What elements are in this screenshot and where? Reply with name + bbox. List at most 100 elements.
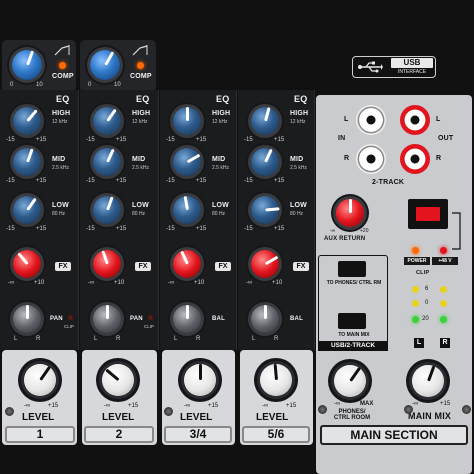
two-track-out-right-jack[interactable] bbox=[400, 144, 430, 174]
eq-mid-label: MID bbox=[52, 156, 66, 163]
main-mix-knob[interactable] bbox=[412, 365, 444, 397]
comp-max-ch2: 10 bbox=[114, 82, 121, 88]
comp-knob-ch1[interactable] bbox=[12, 50, 42, 80]
eq-high-knob-ch1[interactable] bbox=[13, 107, 41, 135]
aux-return-knob[interactable] bbox=[336, 199, 364, 227]
eq-mid-min: -15 bbox=[6, 178, 15, 184]
power-switch[interactable] bbox=[408, 199, 448, 229]
bal-left: L bbox=[252, 336, 256, 342]
level-label: LEVEL bbox=[256, 412, 289, 423]
eq-mid-freq: 2.5 kHz bbox=[290, 165, 307, 171]
eq-mid-knob-ch1[interactable] bbox=[13, 148, 41, 176]
power-label: POWER bbox=[404, 257, 430, 265]
eq-mid-knob-ch34[interactable] bbox=[173, 148, 201, 176]
eq-low-freq: 80 Hz bbox=[290, 211, 304, 217]
to-phones-switch[interactable] bbox=[338, 261, 366, 277]
eq-low-freq: 80 Hz bbox=[212, 211, 226, 217]
eq-high-min: -15 bbox=[86, 137, 95, 143]
pan-knob-ch1[interactable] bbox=[13, 305, 41, 333]
eq-mid-min: -15 bbox=[166, 178, 175, 184]
to-main-mix-switch[interactable] bbox=[338, 313, 366, 329]
eq-high-freq: 12 kHz bbox=[132, 119, 148, 125]
eq-low-min: -15 bbox=[166, 226, 175, 232]
eq-mid-knob-ch2[interactable] bbox=[93, 148, 121, 176]
two-track-in-left-jack[interactable] bbox=[356, 105, 386, 135]
comp-min-ch1: 0 bbox=[10, 82, 14, 88]
comp-section-ch2: COMP 0 10 bbox=[80, 40, 156, 92]
level-knob-ch56[interactable] bbox=[260, 363, 292, 396]
comp-max-ch1: 10 bbox=[36, 82, 43, 88]
level-min: -∞ bbox=[24, 403, 31, 409]
phones-ctrl-room-knob[interactable] bbox=[334, 365, 366, 397]
eq-high-freq: 12 kHz bbox=[212, 119, 228, 125]
clip-led-ch1 bbox=[68, 315, 73, 320]
pan-left: L bbox=[14, 336, 18, 342]
fx-knob-ch1[interactable] bbox=[13, 250, 41, 278]
eq-low-min: -15 bbox=[6, 226, 15, 232]
meter-right-label: R bbox=[440, 338, 450, 348]
usb-badge-title: USB bbox=[391, 58, 433, 68]
level-min: -∞ bbox=[184, 403, 191, 409]
eq-mid-label: MID bbox=[132, 156, 146, 163]
two-track-in-right-jack[interactable] bbox=[356, 144, 386, 174]
comp-curve-icon bbox=[132, 45, 148, 56]
eq-mid-max: +15 bbox=[116, 178, 127, 184]
level-knob-ch34[interactable] bbox=[184, 364, 216, 396]
eq-low-min: -15 bbox=[86, 226, 95, 232]
comp-led-ch1 bbox=[59, 62, 66, 69]
meter-led-right-0 bbox=[440, 300, 447, 307]
comp-led-ch2 bbox=[137, 62, 144, 69]
fx-min: -∞ bbox=[88, 280, 95, 286]
bal-left: L bbox=[174, 336, 178, 342]
pan-label: PAN bbox=[50, 316, 63, 322]
phones-ctrl-room-label: PHONES/ CTRL ROOM bbox=[333, 409, 371, 421]
eq-low-knob-ch1[interactable] bbox=[13, 196, 41, 224]
bal-label: BAL bbox=[212, 316, 225, 322]
eq-mid-max: +15 bbox=[196, 178, 207, 184]
eq-high-min: -15 bbox=[244, 137, 253, 143]
to-phones-label: TO PHONES/ CTRL RM bbox=[326, 280, 382, 286]
usb-2track-title: USB/2-TRACK bbox=[318, 341, 388, 351]
eq-mid-knob-ch56[interactable] bbox=[251, 148, 279, 176]
bal-knob-ch34[interactable] bbox=[173, 305, 201, 333]
eq-low-freq: 80 Hz bbox=[52, 211, 66, 217]
eq-low-knob-ch34[interactable] bbox=[173, 195, 201, 224]
channel-strip-2: EQ HIGH 12 kHz -15 +15 MID 2.5 kHz -15 +… bbox=[80, 90, 159, 350]
channel-number-3-4: 3/4 bbox=[164, 426, 232, 443]
usb-interface-badge: USB INTERFACE bbox=[352, 56, 436, 78]
mixer-panel: USB INTERFACE COMP 0 10 COMP 0 10 EQ HIG… bbox=[0, 0, 474, 474]
pan-knob-ch2[interactable] bbox=[93, 305, 121, 333]
eq-high-knob-ch34[interactable] bbox=[173, 107, 201, 135]
meter-0-label: 0 bbox=[425, 300, 429, 306]
level-knob-ch2[interactable] bbox=[102, 364, 134, 396]
phones-min: -∞ bbox=[334, 401, 341, 407]
eq-low-knob-ch2[interactable] bbox=[93, 196, 121, 224]
fx-badge: FX bbox=[215, 262, 231, 271]
fx-badge: FX bbox=[135, 262, 151, 271]
eq-low-label: LOW bbox=[290, 202, 307, 209]
level-min: -∞ bbox=[104, 403, 111, 409]
eq-mid-freq: 2.5 kHz bbox=[132, 165, 149, 171]
fx-knob-ch34[interactable] bbox=[173, 250, 201, 278]
main-section-title: MAIN SECTION bbox=[320, 425, 468, 445]
meter-20-label: 20 bbox=[422, 316, 429, 322]
level-knob-ch1[interactable] bbox=[24, 364, 56, 396]
in-left-label: L bbox=[344, 116, 349, 123]
bal-knob-ch56[interactable] bbox=[251, 305, 279, 333]
level-label: LEVEL bbox=[180, 412, 213, 423]
bal-right: R bbox=[274, 336, 279, 342]
meter-led-right-20 bbox=[440, 316, 447, 323]
eq-title: EQ bbox=[56, 94, 70, 104]
comp-knob-ch2[interactable] bbox=[90, 50, 120, 80]
eq-mid-label: MID bbox=[290, 156, 304, 163]
eq-high-knob-ch2[interactable] bbox=[93, 107, 121, 135]
eq-high-knob-ch56[interactable] bbox=[251, 107, 279, 135]
two-track-out-left-jack[interactable] bbox=[400, 105, 430, 135]
fx-knob-ch56[interactable] bbox=[251, 250, 279, 278]
level-max: +15 bbox=[48, 403, 59, 409]
eq-low-knob-ch56[interactable] bbox=[251, 196, 280, 224]
fx-knob-ch2[interactable] bbox=[93, 250, 121, 278]
fx-max: +10 bbox=[194, 280, 205, 286]
eq-high-label: HIGH bbox=[290, 110, 309, 117]
aux-return-label: AUX RETURN bbox=[324, 236, 366, 242]
